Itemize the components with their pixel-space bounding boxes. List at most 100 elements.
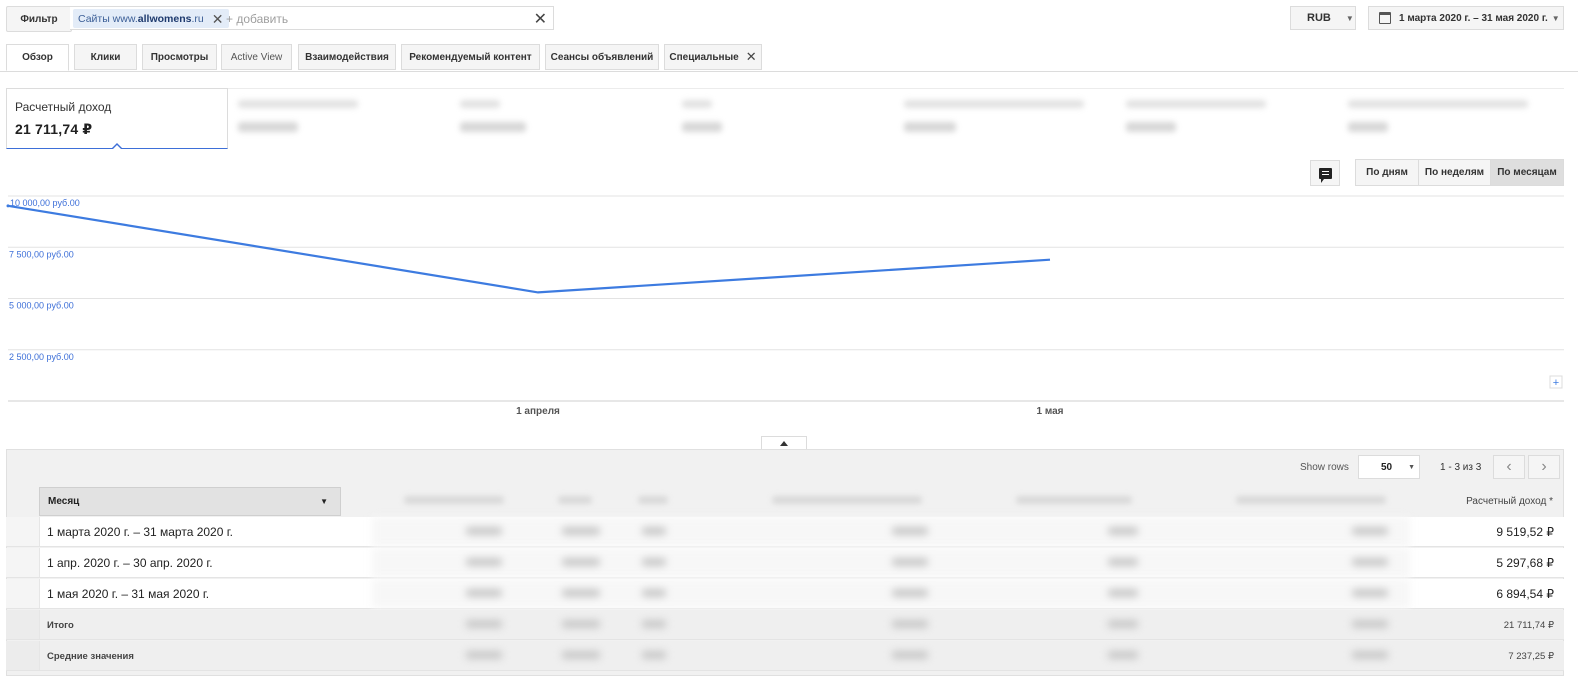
scorecard-blurred[interactable]: [904, 96, 1104, 140]
column-header-month[interactable]: Месяц ▼: [39, 487, 341, 516]
row-checkbox-cell: [6, 548, 40, 577]
scorecard-blurred[interactable]: [1126, 96, 1326, 140]
table-total-row: Итого 21 711,74 ₽: [6, 610, 1564, 640]
column-header-blurred[interactable]: [1236, 496, 1386, 504]
table-row[interactable]: 1 мая 2020 г. – 31 мая 2020 г. 6 894,54 …: [6, 579, 1564, 609]
collapse-chart-button[interactable]: [761, 436, 807, 449]
clear-filter-icon[interactable]: ✕: [534, 9, 547, 29]
row-revenue: 9 519,52 ₽: [1496, 525, 1554, 539]
scorecard-estimated-revenue[interactable]: Расчетный доход 21 711,74 ₽: [6, 88, 228, 149]
tab-clicks[interactable]: Клики: [74, 44, 137, 70]
column-header-blurred[interactable]: [404, 496, 504, 504]
column-header-blurred[interactable]: [558, 496, 592, 504]
tab-ad-sessions[interactable]: Сеансы объявлений: [545, 44, 659, 70]
column-header-month-label: Месяц: [48, 496, 80, 507]
table-row[interactable]: 1 марта 2020 г. – 31 марта 2020 г. 9 519…: [6, 517, 1564, 547]
row-month: 1 мая 2020 г. – 31 мая 2020 г.: [47, 587, 210, 601]
column-header-revenue-label: Расчетный доход: [1466, 496, 1547, 507]
filter-chip-site[interactable]: Сайты www. allwomens .ru ✕: [73, 9, 230, 28]
table-row[interactable]: 1 апр. 2020 г. – 30 апр. 2020 г. 5 297,6…: [6, 548, 1564, 578]
total-label: Итого: [47, 619, 74, 631]
next-page-button[interactable]: ›: [1528, 455, 1560, 479]
annotations-button[interactable]: [1310, 160, 1340, 186]
tab-active-view[interactable]: Active View: [221, 44, 292, 70]
period-weekly-button[interactable]: По неделям: [1418, 159, 1491, 186]
x-tick-label: 1 мая: [1036, 406, 1063, 417]
previous-page-button[interactable]: ‹: [1493, 455, 1525, 479]
filter-input-box[interactable]: Сайты www. allwomens .ru ✕ + добавить ✕: [70, 6, 554, 30]
row-blurred-cells: [372, 579, 1410, 608]
column-header-blurred[interactable]: [772, 496, 922, 504]
calendar-icon: [1379, 12, 1391, 24]
y-tick-label: 2 500,00 руб.00: [9, 352, 74, 362]
scorecard-label: Расчетный доход: [15, 100, 112, 114]
tab-interactions[interactable]: Взаимодействия: [298, 44, 396, 70]
table-average-row: Средние значения 7 237,25 ₽: [6, 641, 1564, 671]
tab-views[interactable]: Просмотры: [142, 44, 217, 70]
y-tick-label: 7 500,00 руб.00: [9, 249, 74, 259]
close-icon[interactable]: ✕: [746, 49, 757, 65]
scorecard-blurred[interactable]: [460, 96, 660, 140]
row-checkbox-cell: [6, 517, 40, 546]
scorecard-value: 21 711,74 ₽: [15, 121, 93, 137]
currency-select[interactable]: RUB ▼: [1290, 6, 1356, 30]
row-blurred-cells: [372, 517, 1410, 546]
currency-value: RUB: [1307, 12, 1331, 24]
chevron-down-icon: ▼: [1345, 13, 1354, 23]
sort-marker: *: [1549, 496, 1553, 507]
row-month: 1 марта 2020 г. – 31 марта 2020 г.: [47, 525, 233, 539]
tab-overview[interactable]: Обзор: [6, 44, 69, 71]
row-month: 1 апр. 2020 г. – 30 апр. 2020 г.: [47, 556, 213, 570]
filter-chip-prefix: Сайты www.: [78, 12, 138, 25]
period-monthly-button[interactable]: По месяцам: [1490, 159, 1564, 186]
row-blurred-cells: [372, 610, 1410, 639]
total-revenue: 21 711,74 ₽: [1503, 619, 1554, 631]
chevron-up-icon: [780, 440, 788, 446]
show-rows-label: Show rows: [1300, 462, 1349, 473]
x-tick-label: 1 апреля: [516, 406, 560, 417]
y-tick-label: 5 000,00 руб.00: [9, 301, 74, 311]
row-lead-cell: [6, 610, 40, 639]
average-revenue: 7 237,25 ₽: [1508, 650, 1554, 662]
scorecard-blurred[interactable]: [1348, 96, 1548, 140]
filter-chip-bold: allwomens: [137, 12, 192, 25]
scorecard-blurred[interactable]: [238, 96, 438, 140]
tab-custom-label: Специальные: [669, 51, 739, 63]
row-lead-cell: [6, 641, 40, 670]
chevron-down-icon: ▼: [1551, 13, 1560, 23]
plus-icon: +: [1553, 377, 1559, 389]
tab-recommended-content[interactable]: Рекомендуемый контент: [401, 44, 540, 70]
row-revenue: 5 297,68 ₽: [1496, 556, 1554, 570]
rows-per-page-select[interactable]: 50 ▼: [1358, 455, 1420, 479]
chevron-right-icon: ›: [1541, 458, 1547, 475]
period-toggle: По дням По неделям По месяцам: [1355, 159, 1564, 186]
scorecard-blurred[interactable]: [682, 96, 882, 140]
add-filter-input[interactable]: + добавить: [226, 12, 288, 26]
row-blurred-cells: [372, 548, 1410, 577]
column-header-revenue[interactable]: Расчетный доход *: [1405, 487, 1563, 516]
close-icon[interactable]: ✕: [212, 12, 224, 26]
pagination-text: 1 - 3 из 3: [1440, 462, 1482, 473]
rows-per-page-value: 50: [1381, 461, 1393, 473]
column-header-blurred[interactable]: [1016, 496, 1132, 504]
tab-custom[interactable]: Специальные ✕: [664, 44, 762, 70]
chevron-left-icon: ‹: [1506, 458, 1512, 475]
comment-icon: [1318, 167, 1332, 183]
column-header-blurred[interactable]: [638, 496, 668, 504]
date-range-picker[interactable]: 1 марта 2020 г. – 31 мая 2020 г. ▼: [1368, 6, 1564, 30]
row-revenue: 6 894,54 ₽: [1496, 587, 1554, 601]
average-label: Средние значения: [47, 650, 134, 662]
report-tabs: Обзор Клики Просмотры Active View Взаимо…: [0, 44, 1578, 72]
data-point: [6, 204, 10, 208]
chevron-down-icon: ▼: [1408, 463, 1416, 471]
row-blurred-cells: [372, 641, 1410, 670]
revenue-series-line: [7, 204, 1051, 294]
scorecard-pointer: [111, 143, 123, 149]
filter-button[interactable]: Фильтр: [6, 6, 72, 32]
period-daily-button[interactable]: По дням: [1355, 159, 1419, 186]
date-range-value: 1 марта 2020 г. – 31 мая 2020 г.: [1399, 12, 1548, 24]
revenue-line-chart: 10 000,00 руб.00 7 500,00 руб.00 5 000,00 …: [6, 195, 1564, 417]
filter-chip-suffix: .ru: [191, 12, 204, 25]
row-checkbox-cell: [6, 579, 40, 608]
sort-desc-icon: ▼: [320, 497, 328, 506]
